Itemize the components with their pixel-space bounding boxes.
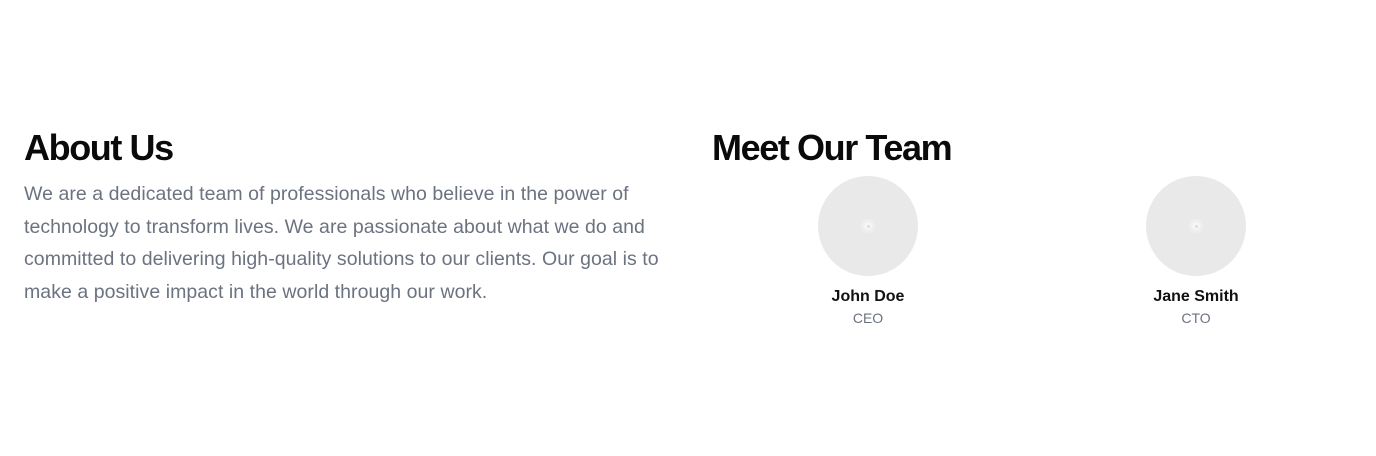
member-role: CEO: [852, 310, 884, 326]
about-title: About Us: [24, 127, 174, 168]
member-name: Jane Smith: [1153, 288, 1239, 305]
avatar: [1146, 176, 1246, 276]
page: About Us We are a dedicated team of prof…: [0, 0, 1376, 456]
team-member-card: John Doe CEO: [768, 176, 968, 328]
team-title: Meet Our Team: [712, 127, 953, 168]
avatar: [818, 176, 918, 276]
team-member-card: Jane Smith CTO: [1096, 176, 1296, 328]
image-placeholder-icon: [864, 222, 872, 230]
member-name: John Doe: [831, 288, 905, 305]
about-description: We are a dedicated team of professionals…: [24, 183, 659, 303]
team-members: John Doe CEO Jane Smith CTO: [712, 168, 1352, 328]
member-role: CTO: [1181, 310, 1211, 326]
image-placeholder-icon: [1192, 222, 1200, 230]
team-section: Meet Our Team John Doe CEO Jane Smith CT…: [712, 128, 1352, 328]
about-section: About Us We are a dedicated team of prof…: [24, 128, 674, 308]
